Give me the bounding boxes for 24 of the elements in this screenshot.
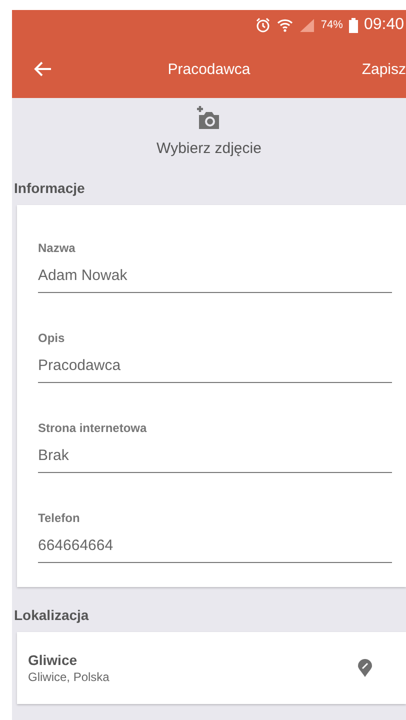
screen-title: Pracodawca [168,60,250,78]
input-field[interactable]: Adam Nowak [38,255,392,293]
battery-percentage: 74% [320,19,343,31]
signal-icon [298,17,315,33]
wifi-icon [276,17,293,33]
input-field[interactable]: Brak [38,435,392,473]
field-label: Opis [38,331,66,345]
section-header: Lokalizacja [13,606,90,625]
save-button[interactable]: Zapisz [362,56,406,82]
field-label: Strona internetowa [38,421,148,435]
battery-icon [348,18,358,32]
choose-photo-label[interactable]: Wybierz zdjęcie [156,140,262,157]
location-pin-icon[interactable] [358,659,372,677]
field-label: Nazwa [38,241,76,255]
clock-time: 09:40 [364,16,404,34]
section-header: Informacje [13,178,86,198]
add-photo-icon[interactable] [196,106,222,130]
input-field[interactable]: Pracodawca [38,345,392,383]
location-card[interactable]: Gliwice Gliwice, Polska [17,632,406,704]
input-field[interactable]: 664664664 [38,525,392,563]
location-name: Gliwice [28,652,78,668]
alarm-clock-icon [254,17,271,33]
location-address: Gliwice, Polska [28,670,110,684]
field-label: Telefon [38,511,81,525]
